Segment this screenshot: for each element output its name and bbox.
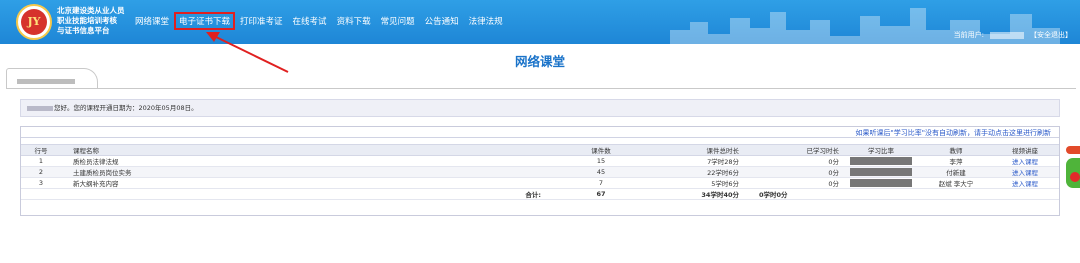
enter-course-link[interactable]: 进入课程 — [1012, 158, 1038, 166]
col-header-ratio: 学习比率 — [841, 144, 921, 156]
tab-course[interactable] — [6, 68, 98, 88]
row-name: 土建质检员岗位实务 — [61, 166, 581, 178]
tab-label-redacted — [17, 79, 75, 84]
col-header-index: 行号 — [21, 144, 61, 156]
logout-link[interactable]: 【安全退出】 — [1030, 30, 1072, 40]
row-ratio — [841, 155, 921, 167]
username-redacted — [990, 31, 1024, 39]
enter-course-link[interactable]: 进入课程 — [1012, 180, 1038, 188]
total-duration: 34学时40分 — [621, 188, 741, 200]
total-empty — [21, 188, 61, 200]
total-count: 67 — [581, 188, 621, 200]
row-index: 2 — [21, 166, 61, 178]
row-count: 45 — [581, 166, 621, 178]
col-header-count: 课件数 — [581, 144, 621, 156]
col-header-total: 课件总时长 — [621, 144, 741, 156]
row-index: 3 — [21, 177, 61, 189]
username-redacted — [27, 105, 53, 111]
row-teacher: 付新建 — [921, 166, 991, 178]
row-ratio — [841, 177, 921, 189]
floating-widget[interactable] — [1066, 146, 1080, 192]
brand-name: 北京建设类从业人员 职业技能培训考核 与证书信息平台 — [57, 6, 125, 36]
row-video-cell: 进入课程 — [991, 166, 1059, 178]
course-panel: 如果听课后"学习比率"没有自动刷新，请手动点击这里进行刷新 行号 课程名称 课件… — [20, 126, 1060, 216]
brand-line-3: 与证书信息平台 — [57, 26, 110, 35]
logo[interactable]: JY — [16, 4, 52, 40]
widget-badge-icon — [1070, 172, 1080, 182]
brand-line-2: 职业技能培训考核 — [57, 16, 117, 25]
total-empty — [991, 188, 1059, 200]
col-header-name: 课程名称 — [61, 144, 581, 156]
notice-bar: 您好。您的课程开通日期为：2020年05月08日。 — [20, 99, 1060, 117]
col-header-teacher: 教师 — [921, 144, 991, 156]
nav-item-laws[interactable]: 法律法规 — [464, 12, 508, 30]
row-count: 15 — [581, 155, 621, 167]
total-label: 合计: — [61, 188, 581, 200]
nav-item-online-class[interactable]: 网络课堂 — [130, 12, 174, 30]
nav-item-notices[interactable]: 公告通知 — [420, 12, 464, 30]
row-video-cell: 进入课程 — [991, 155, 1059, 167]
col-header-video: 视频讲座 — [991, 144, 1059, 156]
nav-item-downloads[interactable]: 资料下载 — [332, 12, 376, 30]
row-learned: 0分 — [741, 155, 841, 167]
tab-divider — [6, 88, 1076, 89]
course-table: 行号 课程名称 课件数 课件总时长 已学习时长 学习比率 教师 视频讲座 1 质… — [21, 144, 1059, 200]
table-row: 3 新大纲补充内容 7 5学时6分 0分 赵斌 李大宁 进入课程 — [21, 177, 1059, 189]
ratio-bar-redacted — [850, 168, 912, 176]
row-total: 22学时6分 — [621, 166, 741, 178]
row-teacher: 李萍 — [921, 155, 991, 167]
nav-item-certificate-download[interactable]: 电子证书下载 — [174, 12, 236, 30]
widget-tag-icon — [1066, 146, 1080, 154]
row-video-cell: 进入课程 — [991, 177, 1059, 189]
ratio-bar-redacted — [850, 179, 912, 187]
notice-text: 您好。您的课程开通日期为：2020年05月08日。 — [54, 104, 198, 112]
table-header-row: 行号 课程名称 课件数 课件总时长 已学习时长 学习比率 教师 视频讲座 — [21, 144, 1059, 156]
user-info: 当前用户: 【安全退出】 — [954, 30, 1072, 40]
row-learned: 0分 — [741, 177, 841, 189]
col-header-learned: 已学习时长 — [741, 144, 841, 156]
nav-item-print-admission[interactable]: 打印准考证 — [235, 12, 288, 30]
enter-course-link[interactable]: 进入课程 — [1012, 169, 1038, 177]
table-total-row: 合计: 67 34学时40分 0学时0分 — [21, 188, 1059, 200]
row-name: 质检员法律法规 — [61, 155, 581, 167]
total-empty — [921, 188, 991, 200]
brand-line-1: 北京建设类从业人员 — [57, 6, 125, 15]
page-title: 网络课堂 — [514, 54, 565, 69]
table-row: 2 土建质检员岗位实务 45 22学时6分 0分 付新建 进入课程 — [21, 166, 1059, 178]
row-index: 1 — [21, 155, 61, 167]
nav-item-faq[interactable]: 常见问题 — [376, 12, 420, 30]
row-ratio — [841, 166, 921, 178]
panel-divider — [21, 137, 1059, 138]
nav-item-online-exam[interactable]: 在线考试 — [288, 12, 332, 30]
current-user-label: 当前用户: — [953, 31, 984, 39]
row-count: 7 — [581, 177, 621, 189]
row-learned: 0分 — [741, 166, 841, 178]
top-header: JY 北京建设类从业人员 职业技能培训考核 与证书信息平台 网络课堂 电子证书下… — [0, 0, 1080, 44]
row-total: 5学时6分 — [621, 177, 741, 189]
row-teacher: 赵斌 李大宁 — [921, 177, 991, 189]
ratio-bar-redacted — [850, 157, 912, 165]
row-name: 新大纲补充内容 — [61, 177, 581, 189]
row-total: 7学时28分 — [621, 155, 741, 167]
total-empty — [841, 188, 921, 200]
total-learned: 0学时0分 — [741, 188, 841, 200]
logo-mark: JY — [21, 9, 47, 35]
table-row: 1 质检员法律法规 15 7学时28分 0分 李萍 进入课程 — [21, 155, 1059, 167]
main-nav: 网络课堂 电子证书下载 打印准考证 在线考试 资料下载 常见问题 公告通知 法律… — [130, 12, 508, 30]
